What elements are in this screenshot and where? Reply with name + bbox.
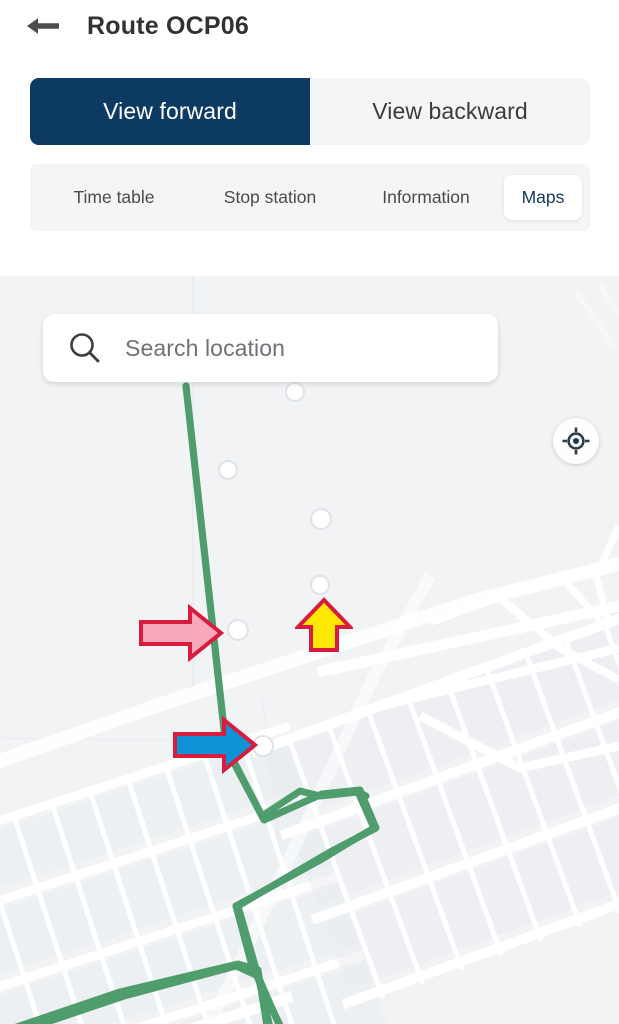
back-arrow-icon[interactable] xyxy=(26,9,66,43)
blue-arrow-annotation xyxy=(173,716,258,774)
tab-stop-station-label: Stop station xyxy=(223,186,317,207)
tab-view-forward[interactable]: View forward xyxy=(30,78,310,145)
search-bar[interactable]: Search location xyxy=(43,314,498,382)
sub-tab-bar: Time table Stop station Information Maps xyxy=(30,164,590,231)
map-canvas[interactable]: Search location xyxy=(0,276,619,1024)
tab-maps-label: Maps xyxy=(521,186,565,207)
my-location-icon xyxy=(562,427,590,455)
yellow-arrow-annotation xyxy=(295,597,353,652)
search-icon xyxy=(70,333,100,363)
tab-maps[interactable]: Maps xyxy=(504,174,582,221)
tab-view-backward[interactable]: View backward xyxy=(310,78,590,145)
direction-toggle: View forward View backward xyxy=(30,78,590,145)
tab-time-table-label: Time table xyxy=(73,186,155,207)
stop-marker xyxy=(227,619,249,641)
stop-marker xyxy=(285,382,305,402)
tab-time-table[interactable]: Time table xyxy=(36,175,192,221)
tab-view-backward-label: View backward xyxy=(372,98,528,124)
app-bar: Route OCP06 xyxy=(0,0,619,52)
stop-marker xyxy=(310,508,332,530)
stop-marker xyxy=(310,575,330,595)
stop-marker xyxy=(218,460,238,480)
my-location-button[interactable] xyxy=(553,418,599,464)
page-title: Route OCP06 xyxy=(87,11,249,40)
tab-view-forward-label: View forward xyxy=(103,98,237,124)
pink-arrow-annotation xyxy=(139,604,224,662)
tab-information-label: Information xyxy=(382,186,470,207)
tab-information[interactable]: Information xyxy=(348,175,504,221)
tab-stop-station[interactable]: Stop station xyxy=(192,175,348,221)
route-detail-screen: Route OCP06 View forward View backward T… xyxy=(0,0,619,1024)
search-input[interactable]: Search location xyxy=(125,335,285,362)
